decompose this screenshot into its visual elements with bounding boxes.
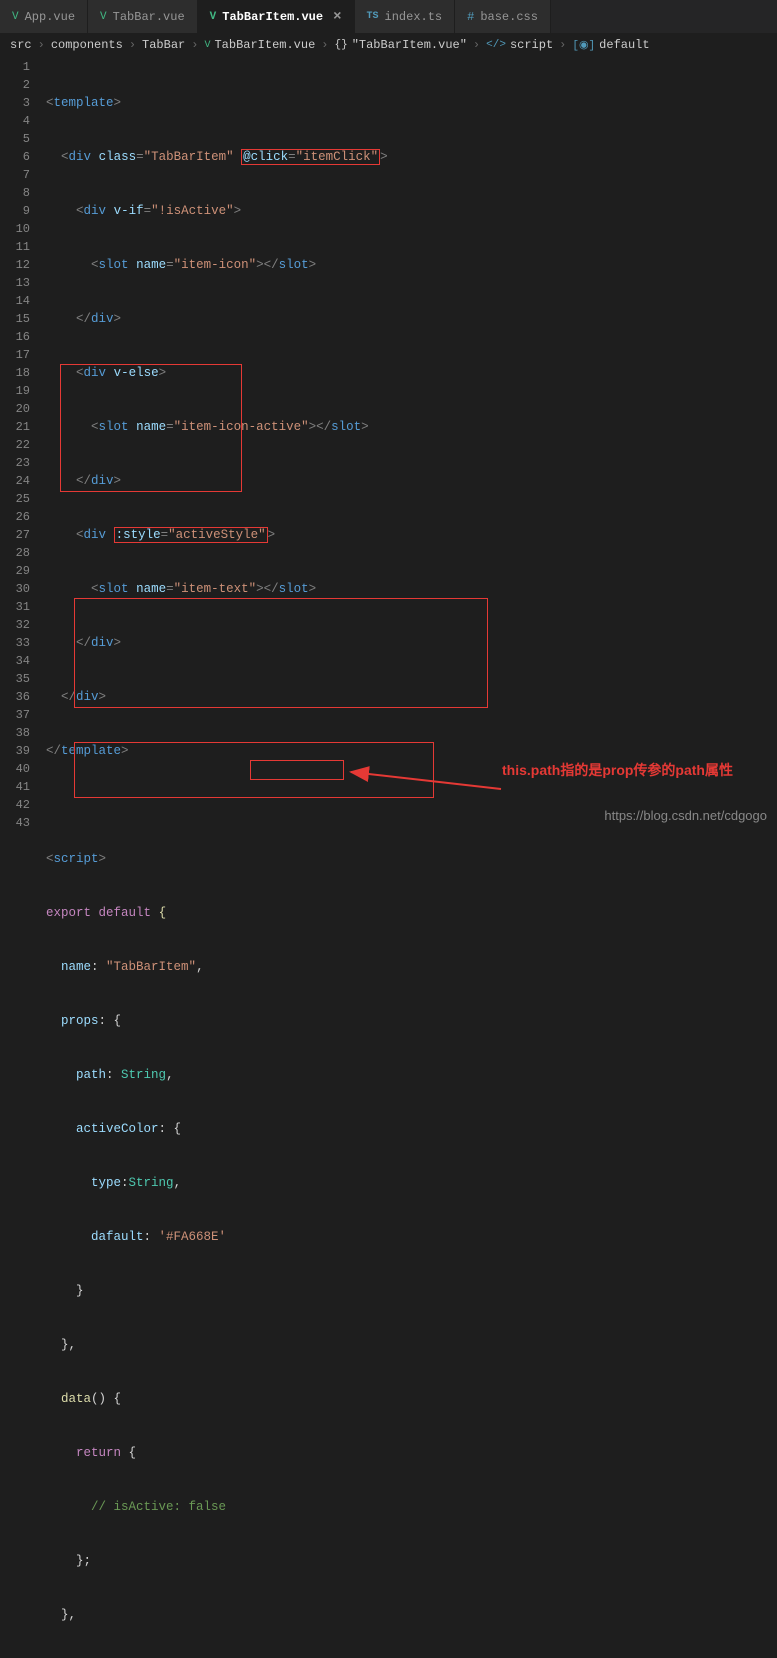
tab-tabbar-vue[interactable]: V TabBar.vue — [88, 0, 198, 33]
highlight-box-thispath — [250, 760, 344, 780]
tab-app-vue[interactable]: V App.vue — [0, 0, 88, 33]
vue-icon: V — [100, 11, 107, 23]
watermark: https://blog.csdn.net/cdgogo — [604, 808, 767, 823]
vue-icon: V — [204, 40, 210, 51]
breadcrumb: src › components › TabBar › V TabBarItem… — [0, 34, 777, 56]
tab-index-ts[interactable]: TS index.ts — [355, 0, 456, 33]
breadcrumb-scope[interactable]: default — [599, 38, 649, 52]
line-gutter: 1234567891011121314151617181920212223242… — [0, 56, 46, 1658]
symbol-icon: </> — [486, 39, 506, 51]
chevron-right-icon: › — [129, 38, 136, 52]
css-icon: # — [467, 10, 474, 24]
tab-label: index.ts — [385, 10, 443, 24]
arrow-icon — [346, 764, 506, 794]
tab-tabbaritem-vue[interactable]: V TabBarItem.vue × — [198, 0, 355, 33]
chevron-right-icon: › — [321, 38, 328, 52]
editor: 1234567891011121314151617181920212223242… — [0, 56, 777, 1658]
editor-tabs: V App.vue V TabBar.vue V TabBarItem.vue … — [0, 0, 777, 34]
tab-base-css[interactable]: # base.css — [455, 0, 551, 33]
code-area[interactable]: <template> <div class="TabBarItem" @clic… — [46, 56, 777, 1658]
annotation-text: this.path指的是prop传参的path属性 — [502, 760, 733, 780]
vue-icon: V — [210, 11, 217, 23]
tab-label: App.vue — [25, 10, 75, 24]
close-icon[interactable]: × — [333, 9, 341, 25]
tab-label: TabBarItem.vue — [222, 10, 323, 24]
chevron-right-icon: › — [559, 38, 566, 52]
chevron-right-icon: › — [191, 38, 198, 52]
brace-icon: {} — [335, 39, 348, 51]
breadcrumb-item[interactable]: components — [51, 38, 123, 52]
tab-label: base.css — [480, 10, 538, 24]
symbol-icon: [◉] — [572, 38, 595, 52]
vue-icon: V — [12, 11, 19, 23]
breadcrumb-item[interactable]: src — [10, 38, 32, 52]
breadcrumb-scope[interactable]: script — [510, 38, 553, 52]
tab-label: TabBar.vue — [113, 10, 185, 24]
breadcrumb-item[interactable]: TabBar — [142, 38, 185, 52]
breadcrumb-scope[interactable]: "TabBarItem.vue" — [352, 38, 467, 52]
breadcrumb-file[interactable]: TabBarItem.vue — [214, 38, 315, 52]
chevron-right-icon: › — [38, 38, 45, 52]
chevron-right-icon: › — [473, 38, 480, 52]
ts-icon: TS — [367, 11, 379, 22]
